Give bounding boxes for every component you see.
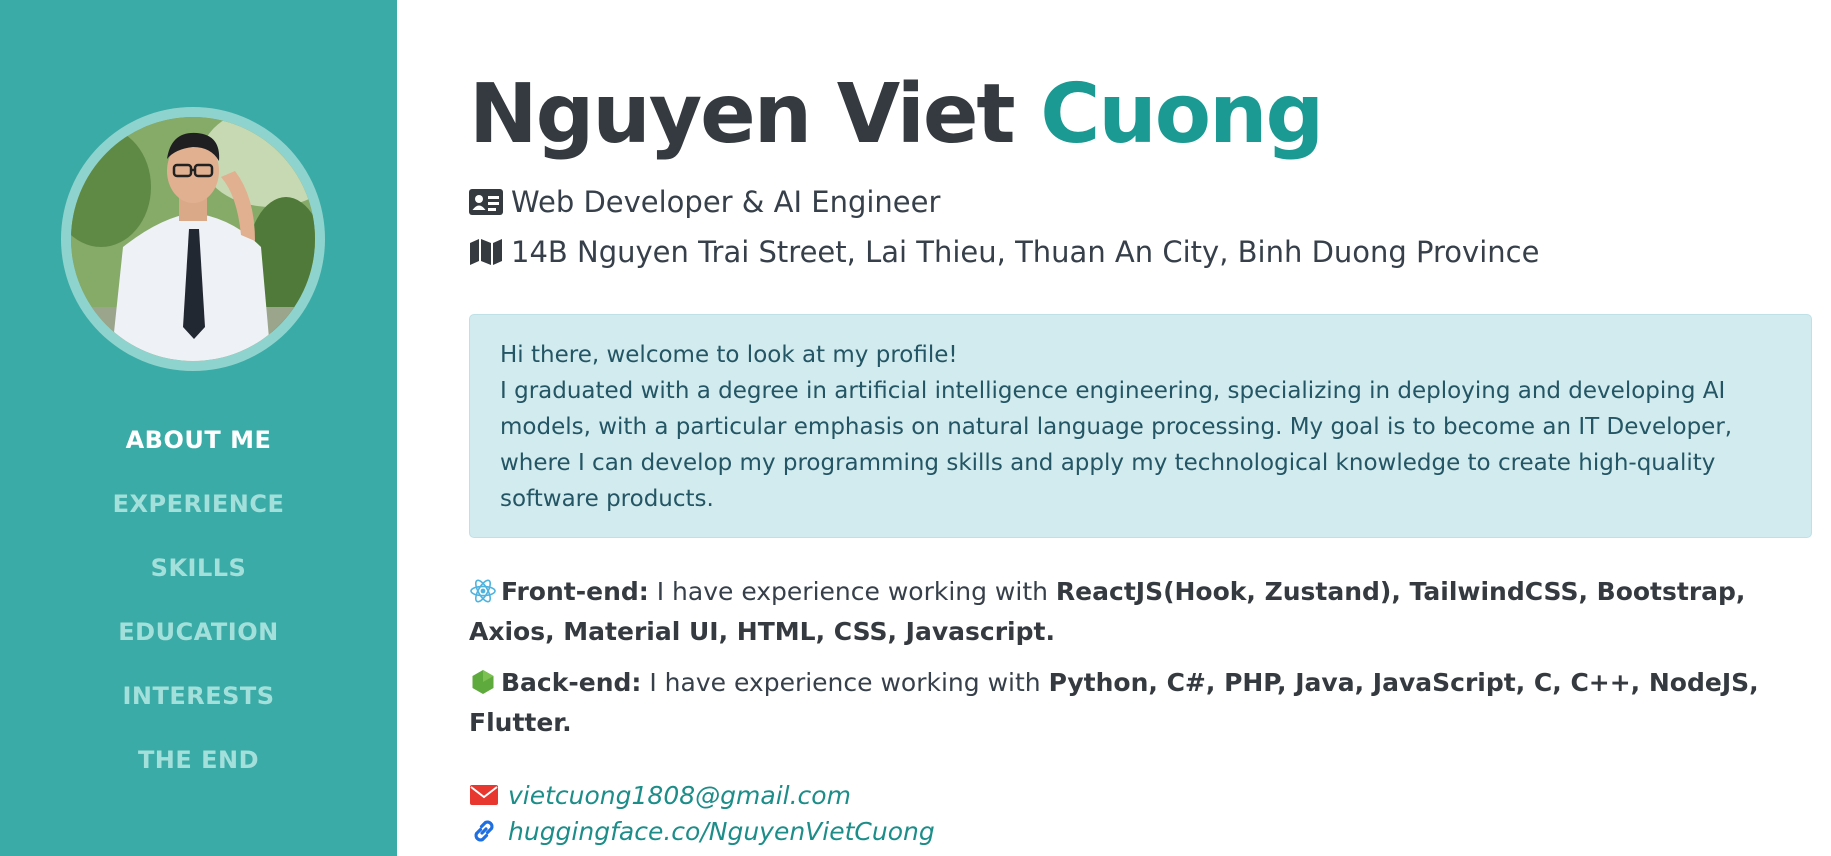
backend-label: Back-end:	[501, 668, 642, 697]
backend-text: I have experience working with	[641, 668, 1049, 697]
job-title: Web Developer & AI Engineer	[511, 185, 941, 219]
sidebar: ABOUT ME EXPERIENCE SKILLS EDUCATION INT…	[0, 0, 397, 856]
backend-skills: Back-end: I have experience working with…	[469, 663, 1814, 743]
main-content: Nguyen Viet Cuong Web Developer & AI Eng…	[469, 0, 1814, 856]
first-name: Nguyen Viet	[469, 67, 1016, 162]
address: 14B Nguyen Trai Street, Lai Thieu, Thuan…	[511, 235, 1540, 269]
envelope-icon	[469, 780, 499, 810]
avatar-frame	[61, 107, 325, 371]
address-line: 14B Nguyen Trai Street, Lai Thieu, Thuan…	[469, 235, 1539, 269]
profile-photo	[71, 117, 315, 361]
sidebar-nav: ABOUT ME EXPERIENCE SKILLS EDUCATION INT…	[0, 408, 397, 792]
job-title-line: Web Developer & AI Engineer	[469, 185, 940, 219]
id-card-icon	[469, 185, 503, 219]
nav-item-the-end[interactable]: THE END	[0, 728, 397, 792]
nav-item-about-me[interactable]: ABOUT ME	[0, 408, 397, 472]
nav-item-education[interactable]: EDUCATION	[0, 600, 397, 664]
nodejs-icon	[469, 668, 497, 696]
link-icon	[469, 816, 499, 846]
frontend-skills: Front-end: I have experience working wit…	[469, 572, 1814, 652]
intro-alert: Hi there, welcome to look at my profile!…	[469, 314, 1812, 538]
website-line: huggingface.co/NguyenVietCuong	[469, 816, 935, 846]
frontend-text: I have experience working with	[648, 577, 1056, 606]
intro-greeting: Hi there, welcome to look at my profile!	[500, 342, 958, 368]
nav-item-experience[interactable]: EXPERIENCE	[0, 472, 397, 536]
avatar	[71, 117, 315, 361]
email-line: vietcuong1808@gmail.com	[469, 780, 851, 810]
page-title: Nguyen Viet Cuong	[469, 67, 1324, 162]
last-name: Cuong	[1040, 67, 1324, 162]
nav-item-skills[interactable]: SKILLS	[0, 536, 397, 600]
frontend-label: Front-end:	[501, 577, 649, 606]
email-link[interactable]: vietcuong1808@gmail.com	[508, 781, 851, 810]
map-icon	[469, 235, 503, 269]
nav-item-interests[interactable]: INTERESTS	[0, 664, 397, 728]
react-icon	[469, 577, 497, 605]
intro-body: I graduated with a degree in artificial …	[500, 378, 1733, 512]
website-link[interactable]: huggingface.co/NguyenVietCuong	[508, 817, 935, 846]
